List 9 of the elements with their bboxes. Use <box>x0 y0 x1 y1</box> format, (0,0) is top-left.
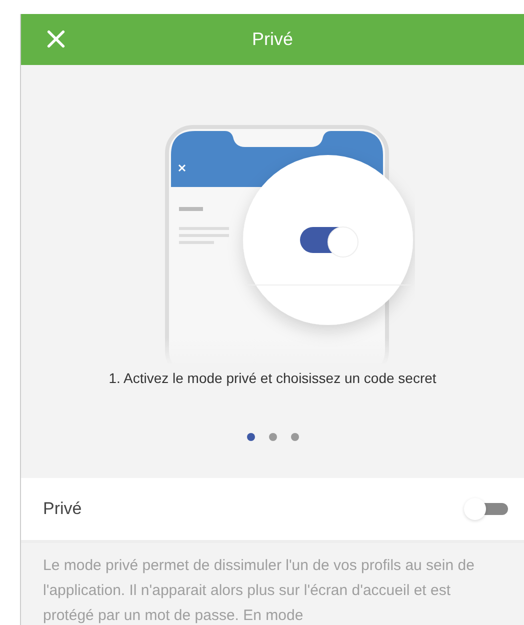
close-icon[interactable] <box>47 30 65 48</box>
pager-dot[interactable] <box>290 433 298 441</box>
header-title: Privé <box>252 29 293 50</box>
description-text: Le mode privé permet de dissimuler l'un de vos profils au sein de l'application. Il n'apparait alors plus sur l'écran d'accueil et est protégé par un mot de passe. En mode <box>43 556 476 625</box>
pager-dot[interactable] <box>246 433 254 441</box>
pager-dot[interactable] <box>268 433 276 441</box>
carousel-caption: 1. Activez le mode privé et choisissez un code secret <box>108 370 436 386</box>
toggle-switch[interactable] <box>464 498 508 520</box>
setting-label: Privé <box>43 499 82 519</box>
